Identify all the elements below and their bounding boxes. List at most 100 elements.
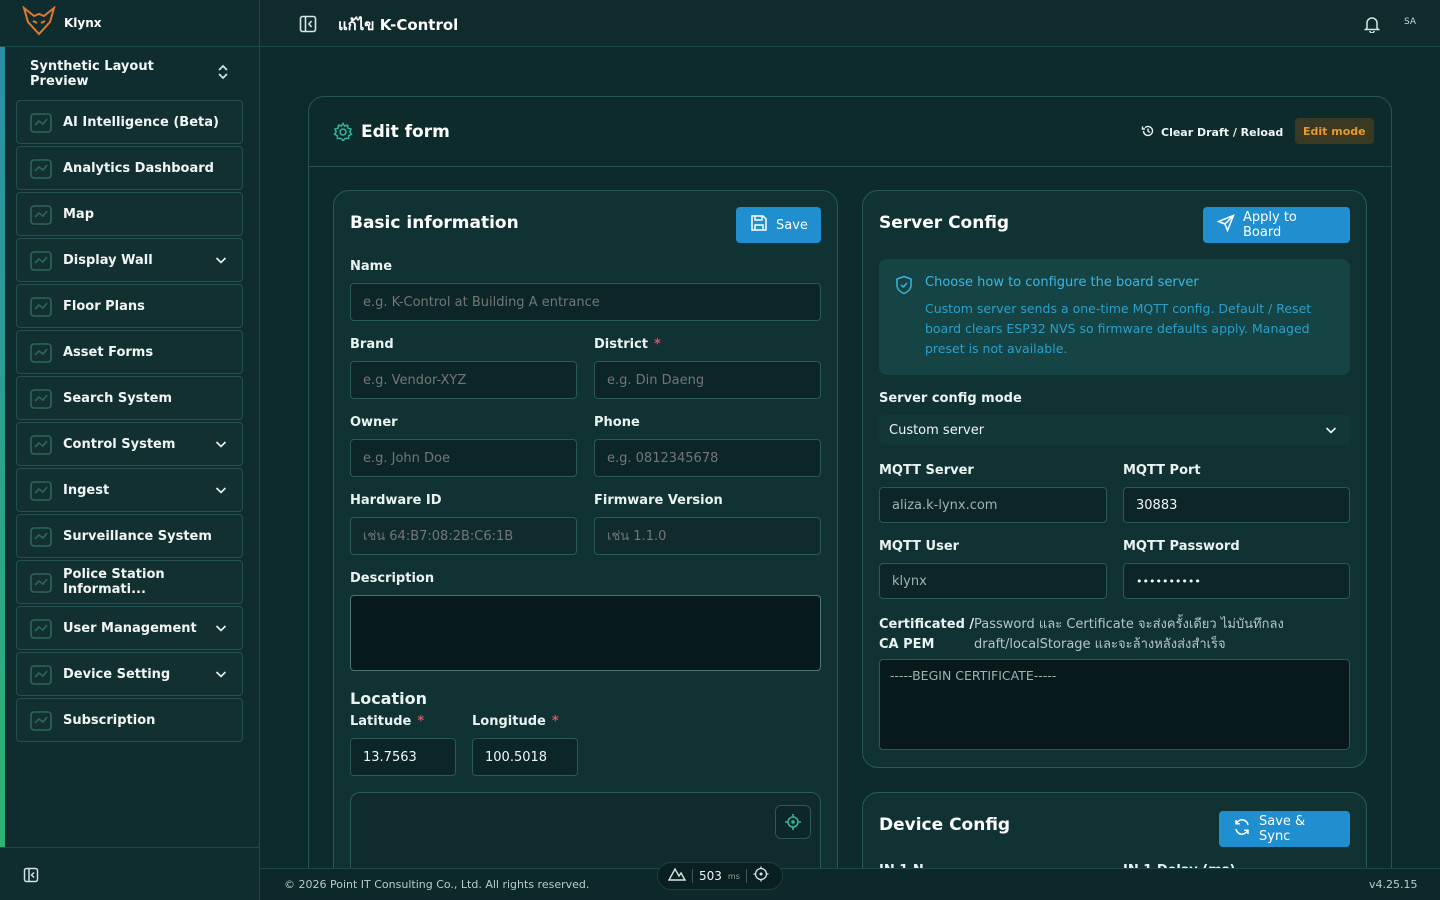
certificate-value: -----BEGIN CERTIFICATE-----	[890, 668, 1057, 683]
shield-check-icon	[895, 275, 913, 299]
toggle-sidebar-icon[interactable]	[299, 15, 317, 37]
phone-input[interactable]	[594, 439, 821, 477]
mqtt-port-input[interactable]: 30883	[1123, 487, 1350, 523]
sidebar-item-police-station-informati[interactable]: Police Station Informati...	[16, 560, 243, 604]
eye-icon	[29, 571, 53, 595]
latitude-input[interactable]: 13.7563	[350, 738, 456, 776]
server-info-body: Custom server sends a one-time MQTT conf…	[925, 301, 1312, 356]
fox-logo-icon	[22, 5, 56, 40]
chevron-down-icon	[214, 437, 228, 451]
clear-draft-button[interactable]: Clear Draft / Reload	[1141, 119, 1283, 145]
name-input[interactable]	[350, 283, 821, 321]
save-and-sync-button[interactable]: Save & Sync	[1219, 811, 1350, 847]
apply-label: Apply to Board	[1243, 210, 1297, 240]
workspace-label: Synthetic Layout Preview	[30, 59, 154, 89]
clear-draft-label: Clear Draft / Reload	[1161, 125, 1284, 139]
sidebar-item-label: AI Intelligence (Beta)	[63, 114, 219, 130]
locate-me-icon[interactable]	[775, 805, 811, 839]
sidebar-item-ingest[interactable]: Ingest	[16, 468, 243, 512]
chevron-down-icon	[1324, 423, 1338, 441]
hardware-id-input[interactable]	[350, 517, 577, 555]
collapse-sidebar-icon[interactable]	[23, 867, 39, 887]
mqtt-server-input[interactable]: aliza.k-lynx.com	[879, 487, 1107, 523]
control-icon	[29, 433, 53, 457]
sidebar-item-subscription[interactable]: Subscription	[16, 698, 243, 742]
top-bar: แก้ไข K-Control SA	[260, 0, 1440, 47]
chevron-down-icon	[214, 253, 228, 267]
server-mode-value: Custom server	[889, 422, 985, 438]
device-config-title: Device Config	[879, 815, 1011, 835]
sidebar-item-analytics-dashboard[interactable]: Analytics Dashboard	[16, 146, 243, 190]
basic-information-panel: Basic information Save Name Brand Distri…	[333, 190, 838, 900]
divider	[692, 869, 693, 883]
phone-label: Phone	[594, 415, 640, 430]
hardware-id-label: Hardware ID	[350, 493, 442, 508]
sidebar-item-floor-plans[interactable]: Floor Plans	[16, 284, 243, 328]
certificate-textarea[interactable]: -----BEGIN CERTIFICATE-----	[879, 659, 1350, 750]
sidebar-item-surveillance-system[interactable]: Surveillance System	[16, 514, 243, 558]
sidebar-item-label: Ingest	[63, 482, 110, 498]
mountain-logo-icon[interactable]	[667, 867, 687, 885]
longitude-input[interactable]: 100.5018	[472, 738, 578, 776]
server-mode-select[interactable]: Custom server	[879, 415, 1350, 445]
name-label: Name	[350, 259, 393, 274]
sidebar-item-device-setting[interactable]: Device Setting	[16, 652, 243, 696]
owner-label: Owner	[350, 415, 398, 430]
description-textarea[interactable]	[350, 595, 821, 671]
longitude-label: Longitude *	[472, 714, 559, 729]
sidebar-item-display-wall[interactable]: Display Wall	[16, 238, 243, 282]
page-title: แก้ไข K-Control	[338, 16, 459, 34]
sidebar-item-user-management[interactable]: User Management	[16, 606, 243, 650]
sidebar-item-asset-forms[interactable]: Asset Forms	[16, 330, 243, 374]
workspace-switcher[interactable]: Synthetic Layout Preview	[14, 56, 246, 92]
brand-label: Brand	[350, 337, 394, 352]
apply-to-board-button[interactable]: Apply to Board	[1203, 207, 1350, 243]
sidebar-item-label: Analytics Dashboard	[63, 160, 214, 176]
sidebar-footer	[0, 847, 259, 900]
send-icon	[1216, 214, 1235, 236]
owner-input[interactable]	[350, 439, 577, 477]
brand: Klynx	[0, 0, 259, 47]
chevron-down-icon	[214, 621, 228, 635]
required-mark: *	[654, 337, 661, 352]
latitude-label: Latitude *	[350, 714, 425, 729]
sidebar: Klynx Synthetic Layout Preview AI Intell…	[0, 0, 260, 900]
card-icon	[29, 709, 53, 733]
divider	[745, 869, 747, 883]
sidebar-item-label: Device Setting	[63, 666, 171, 682]
description-label: Description	[350, 571, 435, 586]
users-icon	[29, 617, 53, 641]
latency-unit: ms	[727, 871, 740, 881]
crosshair-icon[interactable]	[753, 866, 769, 886]
sidebar-item-label: Subscription	[63, 712, 156, 728]
firmware-version-label: Firmware Version	[594, 493, 723, 508]
floppy-disk-icon	[750, 214, 768, 236]
mqtt-user-input[interactable]: klynx	[879, 563, 1107, 599]
sidebar-item-map[interactable]: Map	[16, 192, 243, 236]
district-input[interactable]	[594, 361, 821, 399]
clipboard-icon	[29, 341, 53, 365]
avatar[interactable]: SA	[1404, 17, 1416, 27]
scan-icon	[29, 387, 53, 411]
sidebar-item-ai-intelligence-beta[interactable]: AI Intelligence (Beta)	[16, 100, 243, 144]
ai-icon	[29, 111, 53, 135]
district-label: District *	[594, 337, 661, 352]
bell-icon[interactable]	[1363, 15, 1381, 37]
mqtt-password-input[interactable]: ••••••••••	[1123, 563, 1350, 599]
mqtt-user-label: MQTT User	[879, 539, 960, 554]
sidebar-item-label: Floor Plans	[63, 298, 145, 314]
map-pin-icon	[29, 203, 53, 227]
sidebar-item-label: Asset Forms	[63, 344, 154, 360]
form-title: Edit form	[361, 121, 450, 142]
chart-icon	[29, 157, 53, 181]
firmware-version-input[interactable]	[594, 517, 821, 555]
mqtt-port-label: MQTT Port	[1123, 463, 1201, 478]
brand-input[interactable]	[350, 361, 577, 399]
sidebar-nav: AI Intelligence (Beta) Analytics Dashboar…	[16, 100, 243, 744]
required-mark: *	[417, 714, 425, 729]
sidebar-item-search-system[interactable]: Search System	[16, 376, 243, 420]
certificate-note: Password และ Certificate จะส่งครั้งเดียว…	[974, 617, 1284, 652]
chevron-up-down-icon	[216, 63, 230, 85]
save-button[interactable]: Save	[736, 207, 821, 243]
sidebar-item-control-system[interactable]: Control System	[16, 422, 243, 466]
